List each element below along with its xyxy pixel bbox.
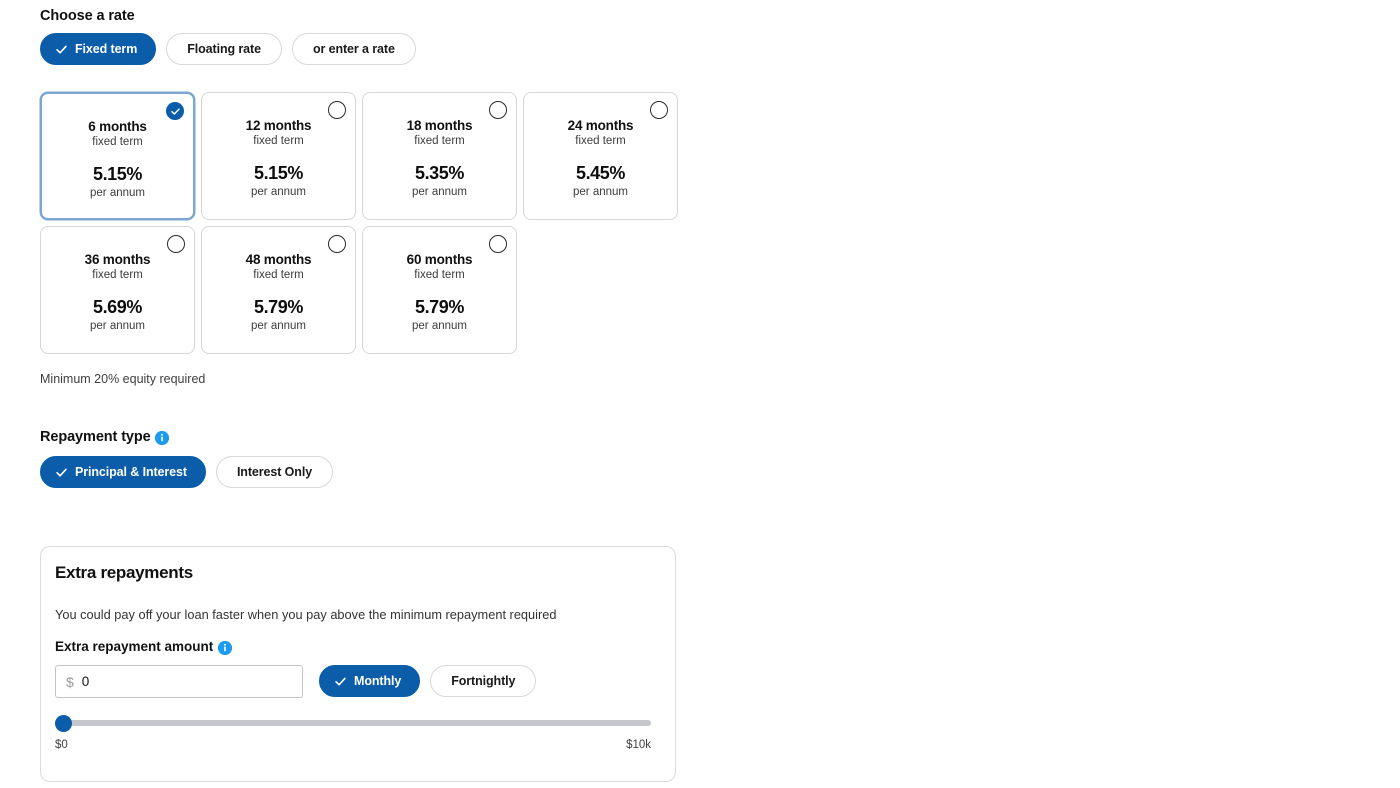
rate-type-tab-floating-rate[interactable]: Floating rate [166,33,282,65]
repayment-frequency-fortnightly[interactable]: Fortnightly [430,665,537,697]
rate-card-rate-sub: per annum [251,320,306,333]
repayment-type-option-label: Principal & Interest [75,465,187,479]
rate-card-rate: 5.35% [414,163,465,184]
radio-unchecked-icon[interactable] [167,235,185,253]
radio-unchecked-icon[interactable] [328,101,346,119]
extra-repayment-amount-input[interactable]: $ 0 [55,665,303,698]
extra-repayment-amount-label: Extra repayment amount [55,639,214,654]
rate-card-48-months[interactable]: 48 months fixed term 5.79% per annum [201,226,356,354]
rate-card-18-months[interactable]: 18 months fixed term 5.35% per annum [362,92,517,220]
info-icon[interactable] [218,640,233,655]
rate-card-rate-sub: per annum [573,186,628,199]
rate-card-term-sub: fixed term [575,135,626,148]
repayment-frequency-label: Fortnightly [451,674,516,688]
rate-card-36-months[interactable]: 36 months fixed term 5.69% per annum [40,226,195,354]
extra-repayments-panel: Extra repayments You could pay off your … [40,546,676,782]
rate-card-rate-sub: per annum [251,186,306,199]
repayment-type-heading: Repayment type [40,429,151,445]
rate-card-rate: 5.15% [92,164,143,185]
rate-card-rate: 5.79% [253,297,304,318]
rate-card-rate: 5.79% [414,297,465,318]
rate-card-rate-sub: per annum [90,187,145,200]
rate-card-term: 24 months [567,118,634,133]
radio-unchecked-icon[interactable] [650,101,668,119]
repayment-frequency-label: Monthly [354,674,402,688]
rate-card-rate-sub: per annum [412,186,467,199]
check-icon [55,466,68,479]
rate-card-term: 18 months [406,118,473,133]
rate-card-rate: 5.45% [575,163,626,184]
rate-card-term-sub: fixed term [92,136,143,149]
repayment-type-interest-only[interactable]: Interest Only [215,456,334,488]
slider-scale: $0 $10k [55,739,651,751]
extra-repayments-title: Extra repayments [55,563,193,582]
rate-type-tabs: Fixed term Floating rate or enter a rate [40,33,416,65]
radio-checked-icon[interactable] [166,102,184,120]
repayment-frequency-monthly[interactable]: Monthly [319,665,421,697]
radio-unchecked-icon[interactable] [489,101,507,119]
choose-a-rate-heading: Choose a rate [40,8,135,24]
slider-min-label: $0 [55,739,68,751]
extra-repayment-amount-label-row: Extra repayment amount [55,639,233,655]
rate-card-term-sub: fixed term [414,135,465,148]
rate-card-term-sub: fixed term [253,135,304,148]
rate-type-tab-enter-a-rate[interactable]: or enter a rate [291,33,416,65]
rate-type-tab-label: Floating rate [187,42,261,56]
repayment-frequency-options: Monthly Fortnightly [319,665,537,697]
check-icon [334,675,347,688]
extra-repayment-amount-value: 0 [81,674,90,689]
rate-card-term-sub: fixed term [414,269,465,282]
rate-type-tab-fixed-term[interactable]: Fixed term [40,33,157,65]
currency-symbol: $ [66,673,74,690]
rate-type-tab-label: Fixed term [75,42,138,56]
radio-unchecked-icon[interactable] [328,235,346,253]
extra-repayment-slider[interactable] [55,715,651,732]
rate-card-rate: 5.15% [253,163,304,184]
rate-card-term: 36 months [84,252,151,267]
check-icon [55,43,68,56]
rate-card-term: 12 months [245,118,312,133]
rate-card-term-sub: fixed term [253,269,304,282]
equity-requirement-note: Minimum 20% equity required [40,372,206,386]
rate-card-12-months[interactable]: 12 months fixed term 5.15% per annum [201,92,356,220]
rate-configurator-page: Choose a rate Fixed term Floating rate o… [0,0,1400,788]
slider-thumb[interactable] [55,715,72,732]
extra-repayment-slider-group: $0 $10k [55,715,651,751]
rate-card-6-months[interactable]: 6 months fixed term 5.15% per annum [40,92,195,220]
rate-card-term: 48 months [245,252,312,267]
rate-card-rate-sub: per annum [412,320,467,333]
repayment-type-heading-row: Repayment type [40,429,169,445]
info-icon[interactable] [154,431,169,445]
slider-max-label: $10k [626,739,651,751]
extra-repayments-description: You could pay off your loan faster when … [55,607,557,622]
rate-card-24-months[interactable]: 24 months fixed term 5.45% per annum [523,92,678,220]
repayment-type-principal-and-interest[interactable]: Principal & Interest [40,456,206,488]
rate-card-term-sub: fixed term [92,269,143,282]
radio-unchecked-icon[interactable] [489,235,507,253]
rate-card-60-months[interactable]: 60 months fixed term 5.79% per annum [362,226,517,354]
repayment-type-option-label: Interest Only [236,465,313,479]
rate-card-rate-sub: per annum [90,320,145,333]
repayment-type-options: Principal & Interest Interest Only [40,456,334,488]
rate-type-tab-label: or enter a rate [312,42,395,56]
rate-card-term: 60 months [406,252,473,267]
choose-a-rate-section: Choose a rate [40,8,135,24]
rate-card-rate: 5.69% [92,297,143,318]
slider-track[interactable] [55,720,651,726]
rate-card-term: 6 months [88,119,147,134]
rate-card-grid: 6 months fixed term 5.15% per annum 12 m… [40,92,700,354]
